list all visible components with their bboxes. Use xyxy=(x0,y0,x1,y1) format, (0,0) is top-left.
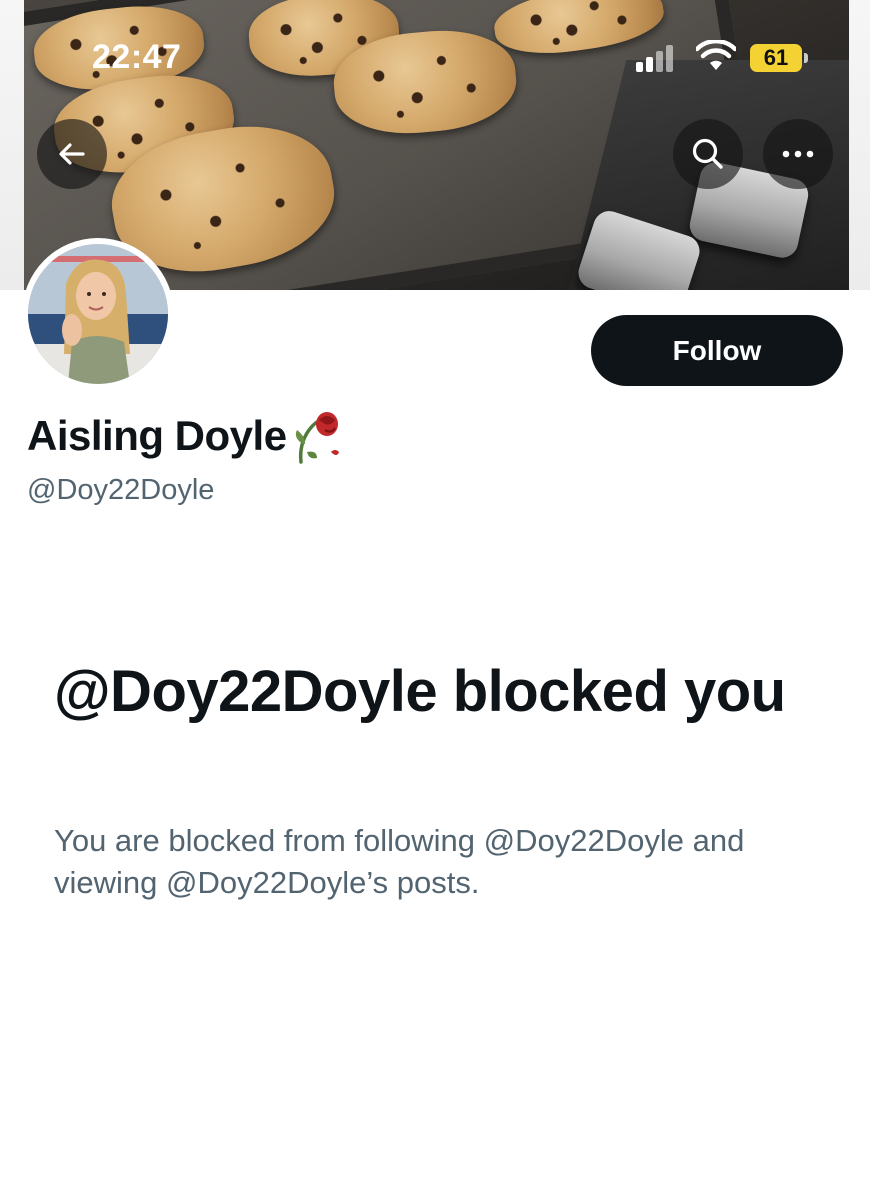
search-icon xyxy=(692,138,723,169)
blocked-title: @Doy22Doyle blocked you xyxy=(54,659,786,724)
search-button[interactable] xyxy=(673,119,743,189)
wifi-icon xyxy=(696,40,736,70)
blocked-message: You are blocked from following @Doy22Doy… xyxy=(54,823,745,900)
battery-cap xyxy=(804,53,808,63)
back-button[interactable] xyxy=(37,119,107,189)
more-button[interactable] xyxy=(763,119,833,189)
wilted-rose-icon xyxy=(295,412,339,464)
avatar-portrait xyxy=(28,244,168,384)
arrow-left-icon xyxy=(59,143,85,165)
avatar[interactable] xyxy=(22,238,174,390)
display-name-row: Aisling Doyle xyxy=(27,408,343,464)
cellular-signal-icon xyxy=(636,44,680,72)
avatar-image xyxy=(28,244,168,384)
status-time: 22:47 xyxy=(92,38,182,76)
profile-handle: @Doy22Doyle xyxy=(27,474,215,506)
more-horizontal-icon xyxy=(782,150,814,158)
display-name: Aisling Doyle xyxy=(27,412,287,459)
battery-indicator: 61 xyxy=(750,44,802,72)
follow-button[interactable]: Follow xyxy=(591,315,843,386)
